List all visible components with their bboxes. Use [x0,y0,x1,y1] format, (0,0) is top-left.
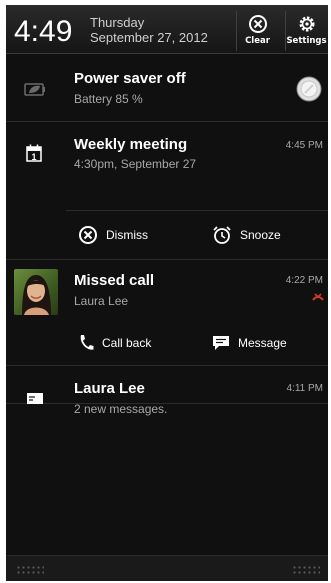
meeting-subtitle: 4:30pm, September 27 [74,157,197,171]
avatar [14,269,58,315]
clear-button[interactable]: Clear [236,11,278,51]
grip-dots-left [16,565,44,575]
message-button[interactable]: Message [212,320,287,366]
power-saver-subtitle: Battery 85 % [74,92,143,106]
snooze-label: Snooze [240,228,281,242]
gear-icon [299,16,314,32]
power-saver-toggle[interactable] [296,76,322,102]
call-back-label: Call back [102,336,152,350]
missed-call-actions: Call back Message [66,320,328,368]
battery-leaf-icon [24,83,45,96]
notification-panel: 4:49 Thursday September 27, 2012 Clear S… [6,5,328,581]
envelope-icon [27,393,43,404]
message-sender: Laura Lee [74,380,145,397]
clear-label: Clear [245,36,270,46]
missed-call-time: 4:22 PM [285,275,323,286]
day-label: Thursday [90,15,145,30]
power-saver-notification[interactable]: Power saver off Battery 85 % [6,55,328,122]
panel-drag-handle[interactable] [6,555,328,581]
snooze-button[interactable]: Snooze [212,211,281,259]
clear-icon [248,15,267,33]
status-header: 4:49 Thursday September 27, 2012 Clear S… [6,5,328,54]
message-time: 4:11 PM [286,383,324,394]
meeting-time: 4:45 PM [285,140,323,151]
date-display: Thursday September 27, 2012 [90,15,208,45]
clock-time: 4:49 [14,15,73,48]
missed-call-title: Missed call [74,272,155,289]
message-notification[interactable]: Laura Lee 2 new messages. 4:11 PM [6,366,328,416]
meeting-actions: Dismiss Snooze [66,210,328,258]
settings-label: Settings [286,36,327,46]
power-saver-title: Power saver off [74,70,186,87]
missed-call-subtitle: Laura Lee [74,294,129,308]
dismiss-button[interactable]: Dismiss [78,211,148,259]
calendar-day-number: 1 [31,152,37,162]
grip-dots-right [292,565,320,575]
meeting-notification[interactable]: 1 Weekly meeting 4:30pm, September 27 4:… [6,122,328,260]
meeting-title: Weekly meeting [74,136,188,153]
message-subtitle: 2 new messages. [74,402,168,416]
phone-icon [80,335,94,350]
message-icon [213,336,229,350]
alarm-clock-icon [213,226,231,244]
missed-call-icon [312,293,324,301]
dismiss-icon [79,226,97,244]
call-back-button[interactable]: Call back [78,320,151,366]
settings-button[interactable]: Settings [285,11,327,51]
contact-photo [22,275,51,315]
message-label: Message [238,336,287,350]
date-label: September 27, 2012 [90,30,208,45]
dismiss-label: Dismiss [106,228,148,242]
missed-call-notification[interactable]: Missed call Laura Lee 4:22 PM Call back … [6,260,328,366]
